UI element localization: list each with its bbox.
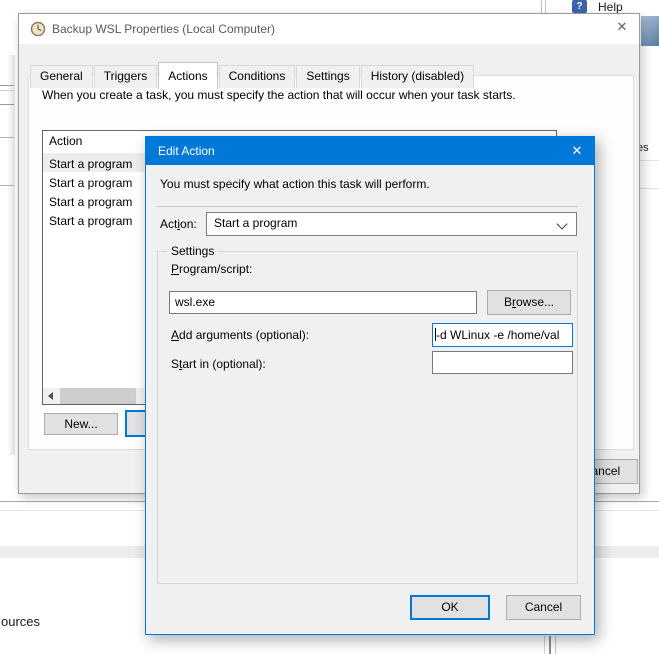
edit-action-dialog: Edit Action ✕ You must specify what acti…	[145, 136, 595, 635]
dialog-instruction: You must specify what action this task w…	[160, 177, 580, 191]
tab-settings[interactable]: Settings	[296, 65, 359, 88]
toolbar-separator	[545, 0, 546, 13]
help-icon[interactable]: ?	[572, 0, 587, 13]
background-left-scroll-strip	[8, 55, 15, 455]
tab-history[interactable]: History (disabled)	[361, 65, 474, 88]
background-line	[0, 85, 14, 86]
program-script-label: Program/script:	[171, 262, 252, 276]
tab-triggers[interactable]: Triggers	[94, 65, 158, 88]
screenshot-root: ? Help es ources Backup WSL Properties (…	[0, 0, 659, 654]
background-line	[0, 90, 14, 91]
action-dropdown-value: Start a program	[214, 216, 297, 230]
tab-general[interactable]: General	[30, 65, 93, 88]
list-item[interactable]: Start a program	[49, 212, 132, 231]
dialog-title: Edit Action	[158, 144, 215, 158]
scrollbar-left-arrow-icon[interactable]	[43, 388, 60, 404]
help-menu-label[interactable]: Help	[598, 0, 623, 14]
background-scrollbar-fragment	[549, 636, 551, 654]
list-item[interactable]: Start a program	[49, 193, 132, 212]
add-arguments-label: Add arguments (optional):	[171, 328, 309, 342]
background-line	[0, 137, 14, 138]
background-banner-graphic	[641, 16, 659, 46]
tab-actions[interactable]: Actions	[158, 62, 217, 89]
list-item[interactable]: Start a program	[49, 155, 132, 174]
toolbar-separator	[541, 0, 542, 13]
list-item[interactable]: Start a program	[49, 174, 132, 193]
browse-button[interactable]: Browse...	[487, 290, 571, 315]
action-dropdown[interactable]: Start a program	[206, 212, 577, 236]
scrollbar-thumb[interactable]	[60, 388, 136, 404]
chevron-down-icon	[556, 218, 567, 229]
program-script-input[interactable]: wsl.exe	[169, 291, 477, 314]
dialog-close-icon[interactable]: ✕	[565, 140, 589, 162]
background-line	[0, 185, 14, 186]
settings-groupbox: Settings Program/script: wsl.exe Browse.…	[157, 251, 578, 584]
background-scrollbar-fragment	[544, 636, 545, 654]
add-arguments-input[interactable]: -d WLinux -e /home/val	[432, 323, 573, 347]
background-line	[0, 104, 14, 105]
ok-button[interactable]: OK	[410, 595, 490, 620]
window-title: Backup WSL Properties (Local Computer)	[52, 22, 275, 36]
cancel-button[interactable]: Cancel	[506, 595, 581, 620]
settings-group-label: Settings	[167, 244, 218, 258]
window-close-icon[interactable]: ✕	[610, 17, 634, 37]
tab-conditions[interactable]: Conditions	[219, 65, 296, 88]
separator	[157, 206, 578, 207]
tab-strip: General Triggers Actions Conditions Sett…	[30, 52, 475, 88]
new-button[interactable]: New...	[44, 413, 118, 435]
background-text-fragment: ources	[1, 614, 40, 629]
action-list-header: Action	[49, 134, 82, 148]
tab-description: When you create a task, you must specify…	[42, 88, 617, 102]
start-in-label: Start in (optional):	[171, 357, 266, 371]
action-label: Action:	[160, 217, 197, 231]
task-clock-icon	[30, 21, 46, 37]
start-in-input[interactable]	[432, 351, 573, 374]
background-scrollbar-fragment	[555, 636, 556, 654]
